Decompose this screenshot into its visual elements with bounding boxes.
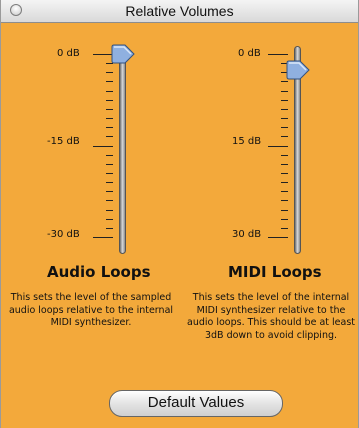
- minor-tick: [106, 164, 113, 165]
- midi-slider-thumb[interactable]: [286, 60, 310, 80]
- minor-tick: [281, 118, 288, 119]
- minor-tick: [106, 127, 113, 128]
- midi-label-top: 0 dB: [238, 48, 261, 59]
- major-tick: [268, 237, 288, 238]
- audio-loops-description: This sets the level of the sampled audio…: [8, 292, 174, 328]
- minor-tick: [106, 118, 113, 119]
- minor-tick: [106, 81, 113, 82]
- minor-tick: [281, 127, 288, 128]
- minor-tick: [281, 91, 288, 92]
- minor-tick: [106, 72, 113, 73]
- audio-label-mid: -15 dB: [47, 136, 80, 147]
- minor-tick: [281, 81, 288, 82]
- major-tick: [268, 54, 288, 55]
- major-tick: [93, 237, 113, 238]
- audio-label-bottom: -30 dB: [47, 229, 80, 240]
- minor-tick: [106, 136, 113, 137]
- midi-label-mid: 15 dB: [232, 136, 262, 147]
- minor-tick: [106, 91, 113, 92]
- minor-tick: [281, 182, 288, 183]
- title-bar: Relative Volumes: [1, 0, 358, 23]
- audio-slider-thumb[interactable]: [111, 44, 135, 64]
- midi-loops-heading: MIDI Loops: [228, 263, 322, 281]
- midi-loops-description: This sets the level of the internal MIDI…: [187, 292, 355, 341]
- minor-tick: [106, 100, 113, 101]
- audio-loops-heading: Audio Loops: [47, 263, 151, 281]
- midi-label-bottom: 30 dB: [232, 229, 262, 240]
- minor-tick: [281, 164, 288, 165]
- minor-tick: [281, 155, 288, 156]
- minor-tick: [106, 173, 113, 174]
- major-tick: [268, 146, 288, 147]
- minor-tick: [106, 182, 113, 183]
- minor-tick: [106, 228, 113, 229]
- minor-tick: [106, 210, 113, 211]
- window-title: Relative Volumes: [125, 3, 234, 19]
- minor-tick: [281, 191, 288, 192]
- minor-tick: [281, 109, 288, 110]
- audio-volume-slider[interactable]: [119, 46, 126, 254]
- minor-tick: [281, 228, 288, 229]
- major-tick: [93, 146, 113, 147]
- minor-tick: [106, 155, 113, 156]
- minor-tick: [106, 191, 113, 192]
- minor-tick: [106, 219, 113, 220]
- minor-tick: [281, 200, 288, 201]
- relative-volumes-window: Relative Volumes 0 dB -15 dB -30 dB 0 dB…: [0, 0, 359, 428]
- audio-label-top: 0 dB: [57, 48, 80, 59]
- minor-tick: [281, 136, 288, 137]
- minor-tick: [106, 200, 113, 201]
- minor-tick: [106, 109, 113, 110]
- minor-tick: [281, 173, 288, 174]
- minor-tick: [281, 219, 288, 220]
- minor-tick: [281, 100, 288, 101]
- minor-tick: [281, 210, 288, 211]
- default-values-button[interactable]: Default Values: [109, 390, 283, 417]
- major-tick: [93, 54, 113, 55]
